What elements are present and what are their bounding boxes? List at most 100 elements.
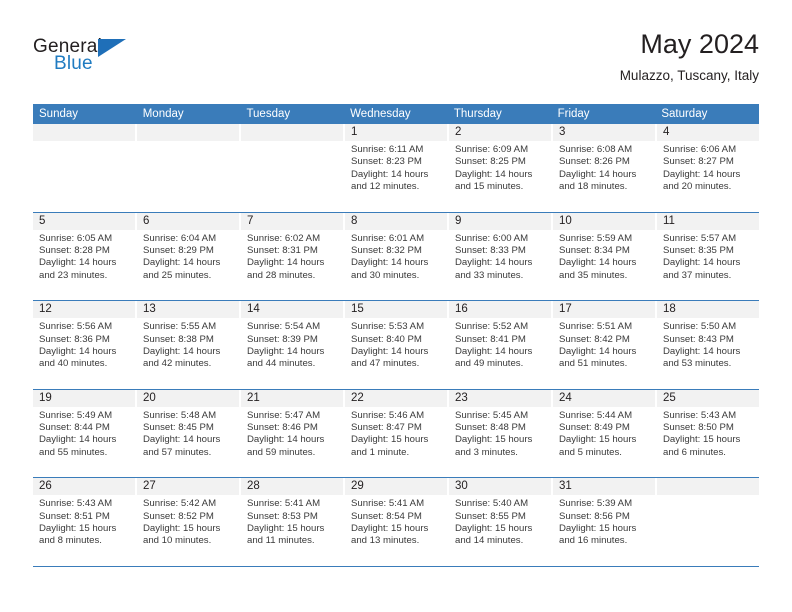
day-sun-info: Sunrise: 5:47 AM Sunset: 8:46 PM Daylight:…: [241, 407, 343, 459]
calendar-day-cell[interactable]: 14 Sunrise: 5:54 AM Sunset: 8:39 PM Dayligh…: [241, 301, 345, 389]
sunrise-text: Sunrise: 6:05 AM: [39, 232, 113, 244]
sunset-text: Sunset: 8:25 PM: [455, 156, 526, 168]
calendar-day-cell[interactable]: 8 Sunrise: 6:01 AM Sunset: 8:32 PM Daylight…: [345, 212, 449, 301]
general-blue-logo[interactable]: General Blue: [33, 36, 143, 82]
sunset-text: Sunset: 8:44 PM: [39, 422, 110, 434]
daylight-text-line2: and 28 minutes.: [247, 269, 316, 281]
day-sun-info: Sunrise: 6:02 AM Sunset: 8:31 PM Daylight:…: [241, 230, 343, 282]
sunrise-text: Sunrise: 5:50 AM: [663, 321, 737, 333]
daylight-text-line1: Daylight: 14 hours: [559, 257, 637, 269]
daylight-text-line1: Daylight: 15 hours: [143, 523, 221, 535]
calendar-day-cell[interactable]: 13 Sunrise: 5:55 AM Sunset: 8:38 PM Dayligh…: [137, 301, 241, 389]
sunrise-text: Sunrise: 5:55 AM: [143, 321, 217, 333]
day-sun-info: Sunrise: 5:51 AM Sunset: 8:42 PM Daylight:…: [553, 318, 655, 370]
daylight-text-line1: Daylight: 14 hours: [247, 434, 325, 446]
day-number: 17: [553, 301, 655, 319]
day-number: 28: [241, 478, 343, 496]
calendar-day-cell[interactable]: 17 Sunrise: 5:51 AM Sunset: 8:42 PM Dayligh…: [553, 301, 657, 389]
sunset-text: Sunset: 8:41 PM: [455, 333, 526, 345]
sunset-text: Sunset: 8:33 PM: [455, 244, 526, 256]
day-number: 29: [345, 478, 447, 496]
sunset-text: Sunset: 8:47 PM: [351, 422, 422, 434]
calendar-day-cell[interactable]: 23 Sunrise: 5:45 AM Sunset: 8:48 PM Dayligh…: [449, 389, 553, 478]
day-number: [33, 124, 135, 141]
daylight-text-line1: Daylight: 14 hours: [351, 168, 429, 180]
calendar-week-row: 19 Sunrise: 5:49 AM Sunset: 8:44 PM Dayligh…: [33, 389, 759, 479]
calendar-day-cell[interactable]: 30 Sunrise: 5:40 AM Sunset: 8:55 PM Dayligh…: [449, 478, 553, 566]
sunrise-text: Sunrise: 6:08 AM: [559, 144, 633, 155]
daylight-text-line1: Daylight: 15 hours: [455, 523, 533, 535]
calendar-day-cell[interactable]: 18 Sunrise: 5:50 AM Sunset: 8:43 PM Dayligh…: [657, 301, 759, 389]
day-sun-info: Sunrise: 5:45 AM Sunset: 8:48 PM Daylight:…: [449, 407, 551, 459]
day-number: 25: [657, 389, 759, 407]
calendar-day-cell[interactable]: 27 Sunrise: 5:42 AM Sunset: 8:52 PM Dayligh…: [137, 478, 241, 566]
sunrise-text: Sunrise: 6:11 AM: [351, 144, 424, 155]
day-sun-info: Sunrise: 5:43 AM Sunset: 8:50 PM Daylight:…: [657, 407, 759, 459]
calendar-day-cell[interactable]: 12 Sunrise: 5:56 AM Sunset: 8:36 PM Dayligh…: [33, 301, 137, 389]
calendar-day-cell[interactable]: 1 Sunrise: 6:11 AM Sunset: 8:23 PM Daylight…: [345, 124, 449, 212]
calendar-page: General Blue May 2024 Mulazzo, Tuscany, …: [0, 0, 792, 612]
sunset-text: Sunset: 8:27 PM: [663, 156, 734, 168]
calendar-day-cell[interactable]: 6 Sunrise: 6:04 AM Sunset: 8:29 PM Daylight…: [137, 212, 241, 301]
calendar-day-cell[interactable]: 10 Sunrise: 5:59 AM Sunset: 8:34 PM Dayligh…: [553, 212, 657, 301]
calendar-day-cell[interactable]: 19 Sunrise: 5:49 AM Sunset: 8:44 PM Dayligh…: [33, 389, 137, 478]
calendar-day-cell[interactable]: 4 Sunrise: 6:06 AM Sunset: 8:27 PM Daylight…: [657, 124, 759, 212]
day-sun-info: Sunrise: 6:09 AM Sunset: 8:25 PM Daylight:…: [449, 141, 551, 193]
day-number: 30: [449, 478, 551, 496]
sunrise-text: Sunrise: 5:59 AM: [559, 232, 633, 244]
day-number: 23: [449, 389, 551, 407]
daylight-text-line2: and 18 minutes.: [559, 181, 628, 193]
calendar-day-cell[interactable]: 3 Sunrise: 6:08 AM Sunset: 8:26 PM Daylight…: [553, 124, 657, 212]
sunset-text: Sunset: 8:40 PM: [351, 333, 422, 345]
sunset-text: Sunset: 8:52 PM: [143, 510, 214, 522]
calendar-day-cell[interactable]: 28 Sunrise: 5:41 AM Sunset: 8:53 PM Dayligh…: [241, 478, 345, 566]
calendar-day-cell[interactable]: 11 Sunrise: 5:57 AM Sunset: 8:35 PM Dayligh…: [657, 212, 759, 301]
calendar-day-cell[interactable]: 15 Sunrise: 5:53 AM Sunset: 8:40 PM Dayligh…: [345, 301, 449, 389]
title-block: May 2024 Mulazzo, Tuscany, Italy: [620, 28, 759, 86]
daylight-text-line2: and 42 minutes.: [143, 358, 212, 370]
calendar-day-cell[interactable]: 31 Sunrise: 5:39 AM Sunset: 8:56 PM Dayligh…: [553, 478, 657, 566]
sunrise-text: Sunrise: 5:43 AM: [39, 498, 113, 510]
day-number: 1: [345, 124, 447, 141]
sunset-text: Sunset: 8:49 PM: [559, 422, 630, 434]
sunset-text: Sunset: 8:23 PM: [351, 156, 422, 168]
sunset-text: Sunset: 8:29 PM: [143, 244, 214, 256]
daylight-text-line2: and 23 minutes.: [39, 269, 108, 281]
day-number: 13: [137, 301, 239, 319]
sunset-text: Sunset: 8:39 PM: [247, 333, 318, 345]
sunrise-text: Sunrise: 5:48 AM: [143, 409, 217, 421]
sunset-text: Sunset: 8:50 PM: [663, 422, 734, 434]
day-number: 26: [33, 478, 135, 496]
sunrise-text: Sunrise: 5:47 AM: [247, 409, 321, 421]
weekday-header-friday: Friday: [557, 108, 590, 120]
calendar-day-cell[interactable]: 7 Sunrise: 6:02 AM Sunset: 8:31 PM Daylight…: [241, 212, 345, 301]
logo-triangle-icon: [98, 39, 126, 57]
calendar-day-cell[interactable]: 22 Sunrise: 5:46 AM Sunset: 8:47 PM Dayligh…: [345, 389, 449, 478]
daylight-text-line2: and 49 minutes.: [455, 358, 524, 370]
calendar-day-cell[interactable]: 2 Sunrise: 6:09 AM Sunset: 8:25 PM Daylight…: [449, 124, 553, 212]
sunrise-text: Sunrise: 5:43 AM: [663, 409, 737, 421]
calendar-day-cell[interactable]: 25 Sunrise: 5:43 AM Sunset: 8:50 PM Dayligh…: [657, 389, 759, 478]
day-sun-info: Sunrise: 5:44 AM Sunset: 8:49 PM Daylight:…: [553, 407, 655, 459]
daylight-text-line2: and 51 minutes.: [559, 358, 628, 370]
page-header: General Blue May 2024 Mulazzo, Tuscany, …: [33, 28, 759, 98]
calendar-day-cell[interactable]: 26 Sunrise: 5:43 AM Sunset: 8:51 PM Dayligh…: [33, 478, 137, 566]
calendar-day-cell[interactable]: 29 Sunrise: 5:41 AM Sunset: 8:54 PM Dayligh…: [345, 478, 449, 566]
calendar-day-cell[interactable]: 5 Sunrise: 6:05 AM Sunset: 8:28 PM Daylight…: [33, 212, 137, 301]
daylight-text-line2: and 16 minutes.: [559, 535, 628, 547]
sunrise-text: Sunrise: 6:00 AM: [455, 232, 529, 244]
daylight-text-line1: Daylight: 14 hours: [663, 257, 741, 269]
daylight-text-line1: Daylight: 15 hours: [351, 434, 429, 446]
day-number: 11: [657, 212, 759, 230]
sunrise-text: Sunrise: 5:39 AM: [559, 498, 633, 510]
calendar-day-cell[interactable]: 20 Sunrise: 5:48 AM Sunset: 8:45 PM Dayligh…: [137, 389, 241, 478]
daylight-text-line1: Daylight: 14 hours: [455, 168, 533, 180]
sunrise-text: Sunrise: 5:57 AM: [663, 232, 737, 244]
calendar-day-cell[interactable]: 21 Sunrise: 5:47 AM Sunset: 8:46 PM Dayligh…: [241, 389, 345, 478]
daylight-text-line1: Daylight: 14 hours: [351, 257, 429, 269]
calendar-day-cell[interactable]: 16 Sunrise: 5:52 AM Sunset: 8:41 PM Dayligh…: [449, 301, 553, 389]
calendar-day-cell[interactable]: 24 Sunrise: 5:44 AM Sunset: 8:49 PM Dayligh…: [553, 389, 657, 478]
daylight-text-line2: and 35 minutes.: [559, 269, 628, 281]
daylight-text-line1: Daylight: 15 hours: [455, 434, 533, 446]
calendar-day-cell[interactable]: 9 Sunrise: 6:00 AM Sunset: 8:33 PM Daylight…: [449, 212, 553, 301]
